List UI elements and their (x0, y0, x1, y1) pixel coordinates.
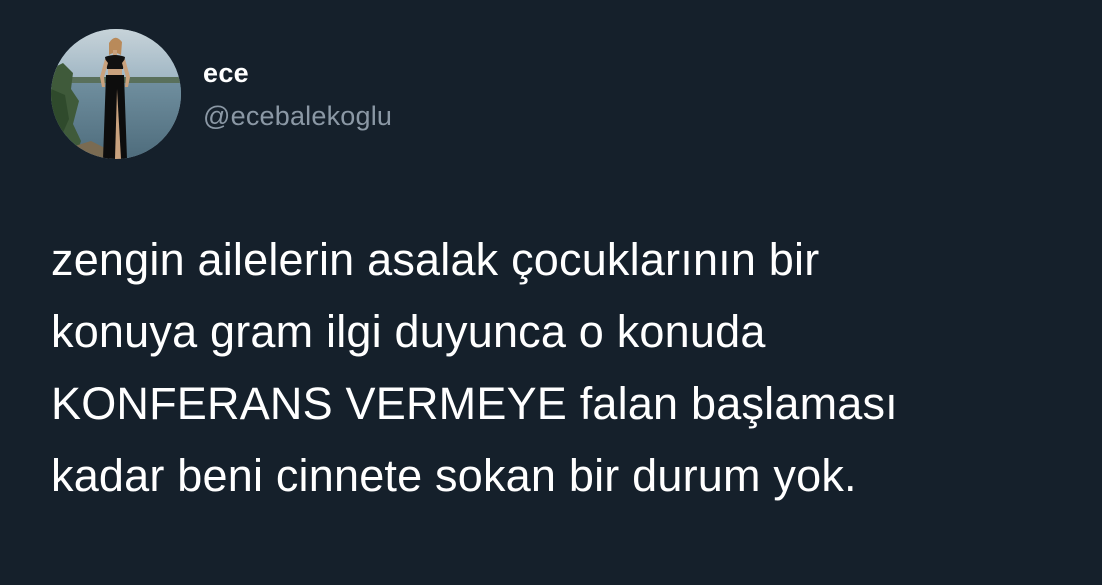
tweet-card: ece @ecebalekoglu zengin ailelerin asala… (0, 0, 1102, 585)
author-info: ece @ecebalekoglu (203, 57, 392, 132)
tweet-text: zengin ailelerin asalak çocuklarının bir… (51, 234, 898, 501)
avatar-photo-icon (51, 29, 181, 159)
author-handle[interactable]: @ecebalekoglu (203, 100, 392, 132)
author-avatar[interactable] (51, 29, 181, 159)
author-display-name[interactable]: ece (203, 57, 392, 89)
